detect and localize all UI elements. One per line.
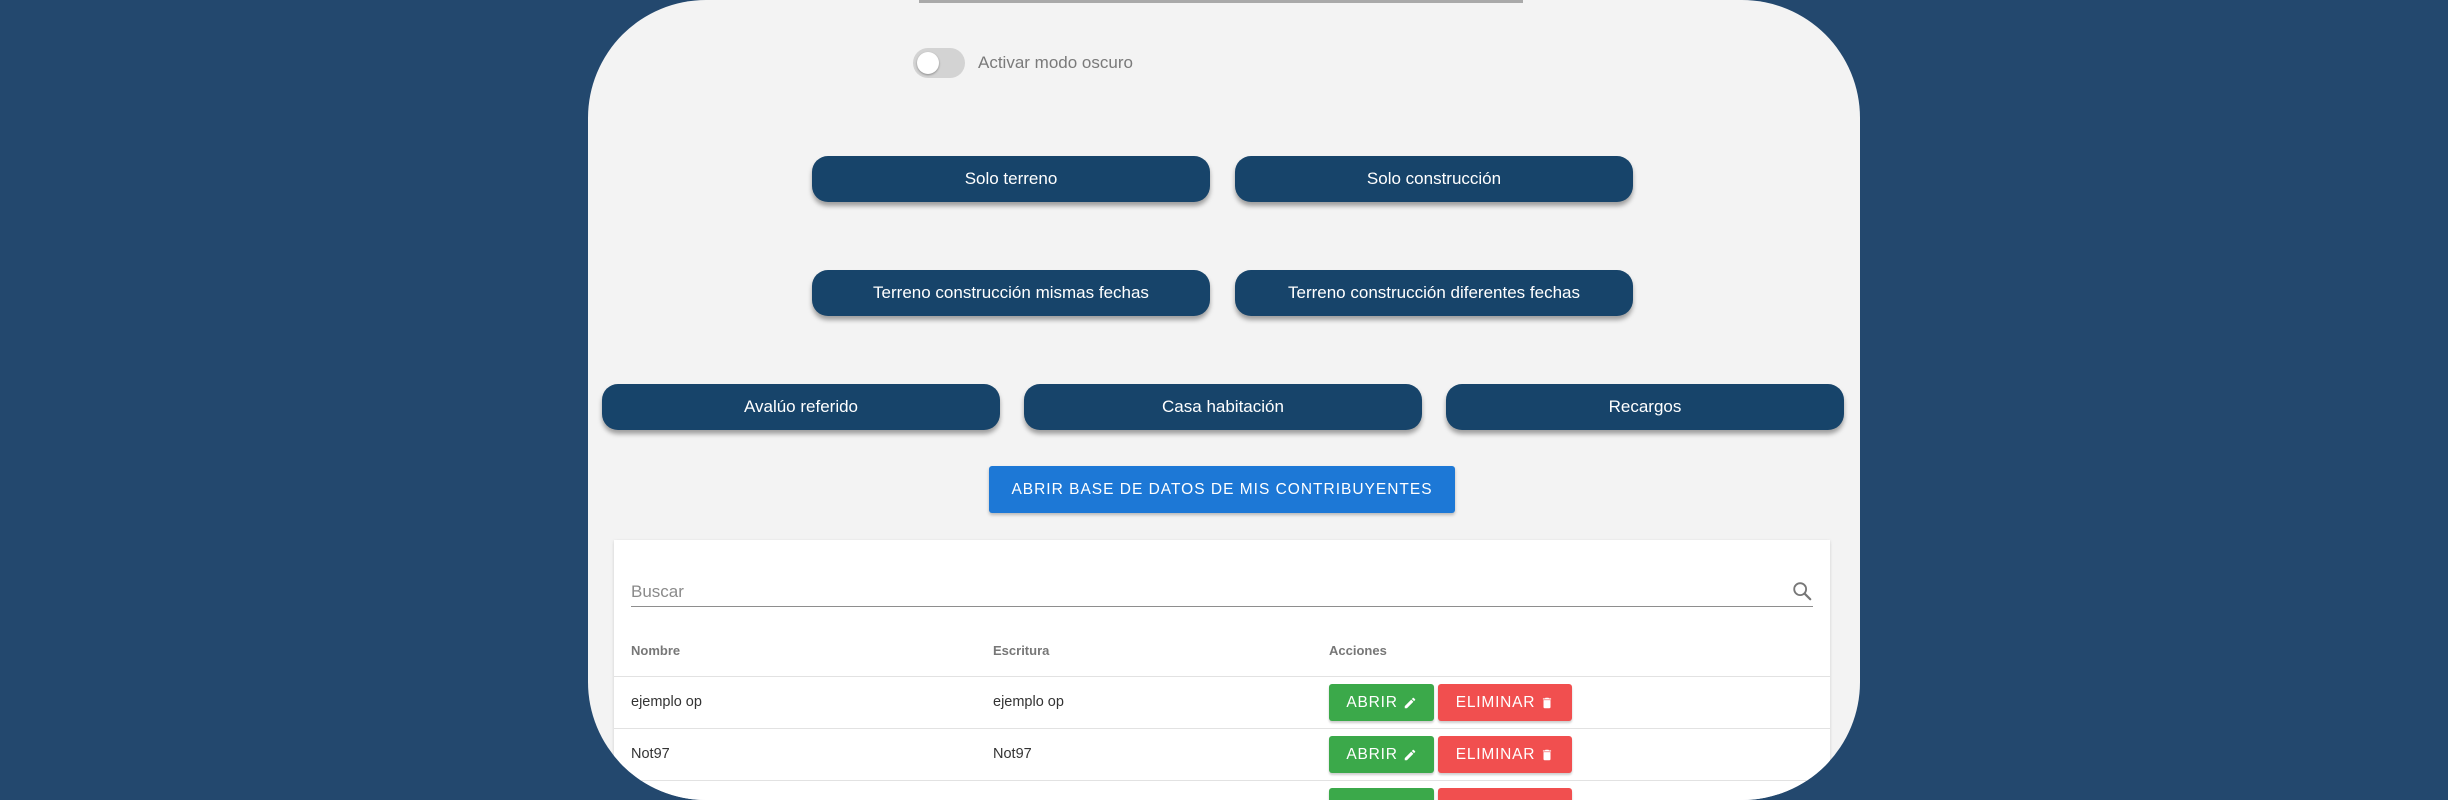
table-row: no7 no7 ABRIR ELIMINAR (614, 781, 1830, 800)
row-actions: ABRIR ELIMINAR (1329, 736, 1572, 773)
terreno-construccion-mismas-fechas-button[interactable]: Terreno construcción mismas fechas (812, 270, 1210, 316)
pencil-icon (1404, 697, 1415, 708)
open-database-button[interactable]: ABRIR BASE DE DATOS DE MIS CONTRIBUYENTE… (989, 466, 1455, 513)
delete-button[interactable]: ELIMINAR (1438, 684, 1572, 721)
dark-mode-label: Activar modo oscuro (978, 53, 1133, 72)
solo-terreno-button[interactable]: Solo terreno (812, 156, 1210, 202)
search-input[interactable] (631, 578, 1771, 605)
casa-habitacion-button[interactable]: Casa habitación (1024, 384, 1422, 430)
delete-button-label: ELIMINAR (1455, 745, 1536, 763)
pencil-icon (1404, 749, 1415, 760)
open-button[interactable]: ABRIR (1329, 684, 1434, 721)
table-row: ejemplo op ejemplo op ABRIR ELIMINAR (614, 677, 1830, 729)
column-header-acciones: Acciones (1329, 643, 1387, 658)
top-divider (919, 0, 1523, 3)
column-header-escritura: Escritura (993, 643, 1050, 658)
contributors-table: Nombre Escritura Acciones ejemplo op eje… (614, 626, 1830, 800)
solo-construccion-button[interactable]: Solo construcción (1235, 156, 1633, 202)
table-row: Not97 Not97 ABRIR ELIMINAR (614, 729, 1830, 781)
cell-nombre: ejemplo op (631, 694, 702, 710)
open-button[interactable]: ABRIR (1329, 736, 1434, 773)
dark-mode-toggle[interactable] (913, 48, 965, 78)
search-bar (631, 578, 1813, 607)
cell-nombre: no7 (631, 781, 655, 800)
delete-button[interactable]: ELIMINAR (1438, 736, 1572, 773)
cell-escritura: Not97 (993, 746, 1032, 762)
delete-button-label: ELIMINAR (1455, 693, 1536, 711)
trash-icon (1543, 749, 1552, 760)
column-header-nombre: Nombre (631, 643, 681, 658)
dark-mode-toggle-row: Activar modo oscuro (913, 47, 1133, 79)
search-icon[interactable] (1791, 580, 1813, 602)
trash-icon (1543, 697, 1552, 708)
open-button[interactable]: ABRIR (1329, 788, 1434, 800)
terreno-construccion-diferentes-fechas-button[interactable]: Terreno construcción diferentes fechas (1235, 270, 1633, 316)
toggle-knob (917, 52, 939, 74)
main-panel: Activar modo oscuro Solo terreno Solo co… (588, 0, 1860, 800)
row-actions: ABRIR ELIMINAR (1329, 788, 1572, 800)
cell-nombre: Not97 (631, 746, 670, 762)
delete-button[interactable]: ELIMINAR (1438, 788, 1572, 800)
open-button-label: ABRIR (1346, 693, 1398, 711)
cell-escritura: ejemplo op (993, 694, 1064, 710)
recargos-button[interactable]: Recargos (1446, 384, 1844, 430)
open-button-label: ABRIR (1346, 745, 1398, 763)
avaluo-referido-button[interactable]: Avalúo referido (602, 384, 1000, 430)
table-header: Nombre Escritura Acciones (614, 626, 1830, 677)
cell-escritura: no7 (993, 781, 1017, 800)
contributors-table-card: Nombre Escritura Acciones ejemplo op eje… (614, 540, 1830, 800)
row-actions: ABRIR ELIMINAR (1329, 684, 1572, 721)
